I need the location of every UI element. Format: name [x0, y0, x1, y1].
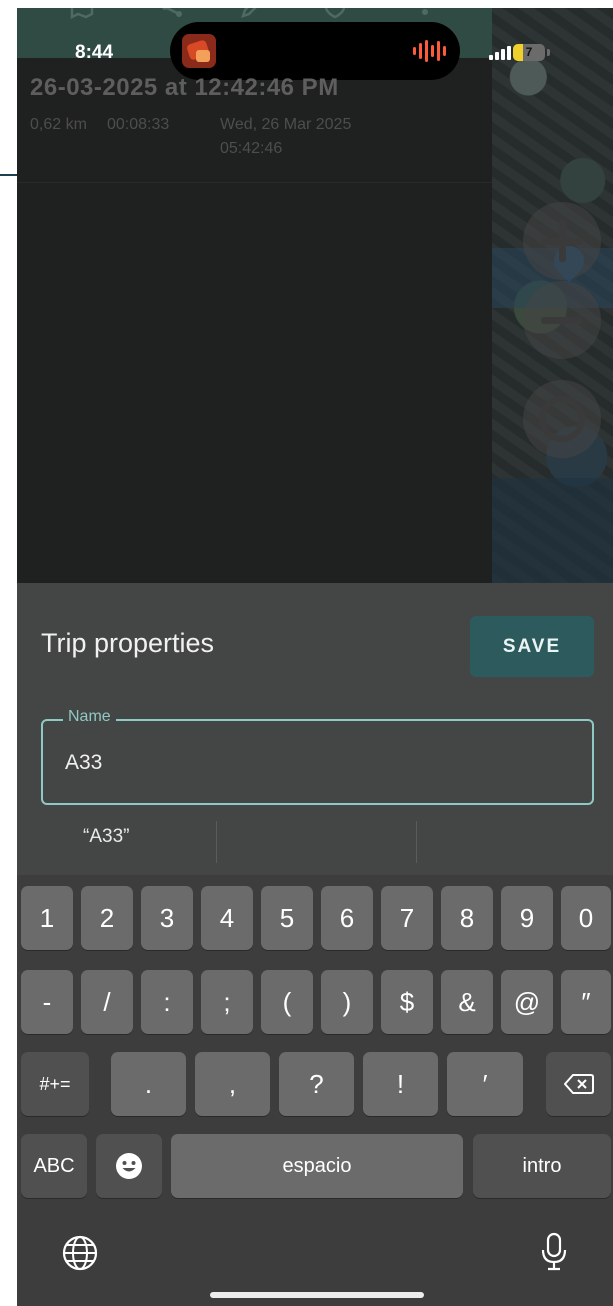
left-edge-line — [0, 174, 17, 176]
trip-distance: 0,62 km — [30, 116, 87, 133]
trip-date: Wed, 26 Mar 2025 — [220, 116, 352, 133]
key-9[interactable]: 9 — [501, 886, 553, 950]
name-field-label: Name — [63, 708, 116, 726]
battery-level: 7 — [525, 45, 533, 59]
zoom-in-icon-bar — [559, 220, 566, 262]
key-comma[interactable]: , — [195, 1052, 270, 1116]
key-period[interactable]: . — [111, 1052, 186, 1116]
key-7[interactable]: 7 — [381, 886, 433, 950]
key-colon[interactable]: : — [141, 970, 193, 1034]
key-open-paren[interactable]: ( — [261, 970, 313, 1034]
trip-properties-sheet: Trip properties SAVE Name A33 “A33” — [17, 583, 613, 875]
key-4[interactable]: 4 — [201, 886, 253, 950]
shield-icon[interactable] — [322, 8, 348, 20]
key-1[interactable]: 1 — [21, 886, 73, 950]
zoom-out-button[interactable] — [523, 281, 601, 359]
now-playing-artwork — [182, 34, 216, 68]
list-divider — [17, 182, 492, 183]
home-indicator[interactable] — [210, 1292, 424, 1298]
dynamic-island[interactable] — [170, 22, 460, 80]
key-question[interactable]: ? — [279, 1052, 354, 1116]
locate-button[interactable] — [523, 380, 601, 458]
signal-icon — [489, 46, 511, 60]
key-at[interactable]: @ — [501, 970, 553, 1034]
status-time: 8:44 — [75, 42, 114, 63]
zoom-out-icon — [541, 317, 583, 324]
backspace-key[interactable] — [546, 1052, 611, 1116]
key-ampersand[interactable]: & — [441, 970, 493, 1034]
key-apostrophe[interactable]: ′ — [447, 1052, 523, 1116]
backspace-icon — [563, 1074, 594, 1094]
map-marina — [492, 478, 613, 583]
zoom-in-button[interactable] — [523, 202, 601, 280]
keyboard: 1 2 3 4 5 6 7 8 9 0 - / : ; ( ) $ & @ ″ … — [17, 875, 613, 1306]
key-2[interactable]: 2 — [81, 886, 133, 950]
key-0[interactable]: 0 — [561, 886, 611, 950]
suggestion-divider — [216, 821, 217, 863]
emoji-icon — [116, 1153, 142, 1179]
key-8[interactable]: 8 — [441, 886, 493, 950]
share-icon[interactable] — [159, 8, 185, 20]
sheet-title: Trip properties — [41, 628, 215, 658]
key-return[interactable]: intro — [473, 1134, 611, 1198]
key-abc[interactable]: ABC — [21, 1134, 87, 1198]
key-dollar[interactable]: $ — [381, 970, 433, 1034]
suggestion-divider — [416, 821, 417, 863]
key-slash[interactable]: / — [81, 970, 133, 1034]
battery-tip — [547, 49, 550, 56]
more-icon[interactable] — [412, 8, 438, 20]
battery-icon: 7 — [513, 44, 545, 61]
trip-time: 05:42:46 — [220, 140, 283, 157]
autocomplete-suggestion[interactable]: “A33” — [83, 826, 129, 848]
key-exclaim[interactable]: ! — [363, 1052, 438, 1116]
trip-duration: 00:08:33 — [107, 116, 170, 133]
globe-icon[interactable] — [61, 1234, 99, 1272]
key-space[interactable]: espacio — [171, 1134, 463, 1198]
save-button[interactable]: SAVE — [470, 616, 594, 677]
trip-title[interactable]: 26-03-2025 at 12:42:46 PM — [30, 74, 339, 102]
key-6[interactable]: 6 — [321, 886, 373, 950]
edit-icon[interactable] — [239, 8, 265, 20]
key-close-paren[interactable]: ) — [321, 970, 373, 1034]
phone-screen: 8:44 7 26-03-2025 at 12:42:46 PM 0,62 km… — [17, 8, 613, 1306]
name-field-value: A33 — [65, 751, 103, 774]
key-semicolon[interactable]: ; — [201, 970, 253, 1034]
key-symbols-toggle[interactable]: #+= — [21, 1052, 89, 1116]
key-5[interactable]: 5 — [261, 886, 313, 950]
emoji-key[interactable] — [96, 1134, 162, 1198]
mic-icon[interactable] — [539, 1232, 569, 1272]
name-field[interactable]: Name A33 — [41, 708, 594, 805]
locate-icon — [539, 396, 585, 442]
key-quote[interactable]: ″ — [561, 970, 611, 1034]
map-icon[interactable] — [69, 8, 95, 20]
key-3[interactable]: 3 — [141, 886, 193, 950]
key-hyphen[interactable]: - — [21, 970, 73, 1034]
audio-wave-icon — [413, 40, 446, 62]
